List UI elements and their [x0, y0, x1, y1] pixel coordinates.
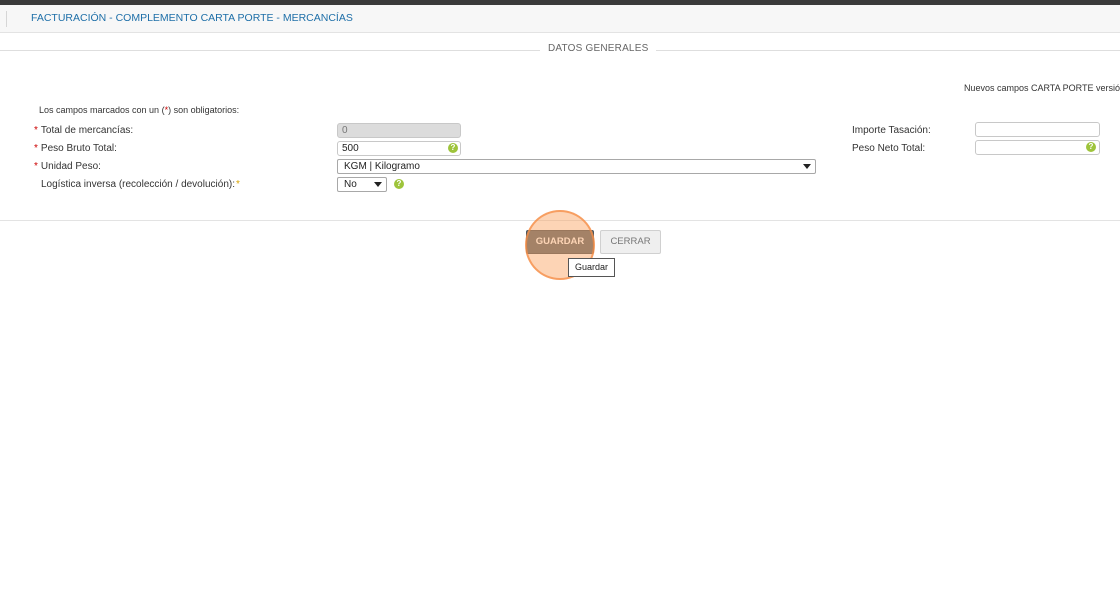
unidad-peso-label: * Unidad Peso: [34, 161, 101, 172]
title-separator [6, 11, 7, 27]
required-star: * [34, 125, 38, 136]
help-icon[interactable]: ? [1086, 142, 1096, 152]
peso-bruto-total-input[interactable]: 500 [337, 141, 461, 156]
title-bar: FACTURACIÓN - COMPLEMENTO CARTA PORTE - … [0, 5, 1120, 33]
help-icon[interactable]: ? [448, 143, 458, 153]
page-title: FACTURACIÓN - COMPLEMENTO CARTA PORTE - … [31, 12, 353, 24]
save-tooltip: Guardar [568, 258, 616, 277]
total-mercancias-input: 0 [337, 123, 461, 138]
unidad-peso-value: KGM | Kilogramo [344, 161, 420, 172]
peso-neto-total-label: Peso Neto Total: [852, 143, 926, 154]
chevron-down-icon [803, 164, 811, 169]
importe-tasacion-input[interactable] [975, 122, 1100, 137]
carta-porte-note: Nuevos campos CARTA PORTE versió [963, 83, 1120, 93]
required-star: * [34, 161, 38, 172]
importe-tasacion-label: Importe Tasación: [852, 125, 931, 136]
logistica-inversa-select[interactable]: No [337, 177, 387, 192]
logistica-inversa-value: No [344, 179, 357, 190]
section-divider: DATOS GENERALES [0, 43, 1120, 54]
help-icon[interactable]: ? [394, 179, 404, 189]
chevron-down-icon [374, 182, 382, 187]
peso-bruto-total-label: * Peso Bruto Total: [34, 143, 117, 154]
peso-neto-total-input[interactable] [975, 140, 1100, 155]
required-fields-legend: Los campos marcados con un (*) son oblig… [39, 105, 240, 115]
logistica-inversa-label: Logística inversa (recolección / devoluc… [41, 179, 240, 190]
unidad-peso-select[interactable]: KGM | Kilogramo [337, 159, 816, 174]
required-star: * [34, 143, 38, 154]
section-legend: DATOS GENERALES [540, 43, 657, 54]
close-button[interactable]: CERRAR [600, 230, 661, 254]
required-star: * [235, 179, 240, 190]
total-mercancias-label: * Total de mercancías: [34, 125, 134, 136]
